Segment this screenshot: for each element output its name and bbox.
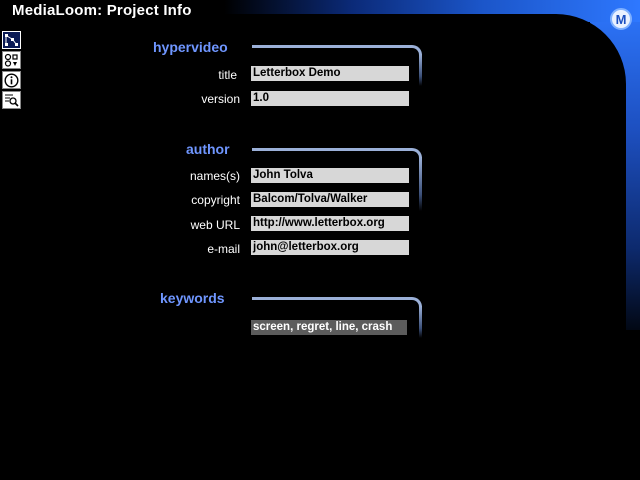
- web-url-label: web URL: [190, 218, 240, 232]
- copyright-label: copyright: [191, 193, 240, 207]
- logo-letter: M: [615, 11, 627, 27]
- title-label: title: [218, 68, 237, 82]
- keywords-bracket: [252, 297, 422, 307]
- medialoom-logo[interactable]: M: [610, 8, 632, 30]
- search-list-button[interactable]: [2, 91, 21, 109]
- map-view-icon: [4, 33, 19, 47]
- email-field[interactable]: john@letterbox.org: [251, 240, 409, 255]
- version-field[interactable]: 1.0: [251, 91, 409, 106]
- web-url-field[interactable]: http://www.letterbox.org: [251, 216, 409, 231]
- hypervideo-heading: hypervideo: [153, 39, 228, 55]
- author-bracket: [252, 148, 422, 158]
- keywords-field[interactable]: screen, regret, line, crash: [251, 320, 407, 335]
- author-heading: author: [186, 141, 230, 157]
- names-field[interactable]: John Tolva: [251, 168, 409, 183]
- names-label: names(s): [189, 169, 240, 183]
- info-icon: [4, 72, 19, 88]
- info-button[interactable]: [2, 71, 21, 89]
- author-bracket-tail: [419, 157, 422, 211]
- copyright-field[interactable]: Balcom/Tolva/Walker: [251, 192, 409, 207]
- title-field[interactable]: Letterbox Demo: [251, 66, 409, 81]
- tools-icon: [4, 53, 19, 67]
- keywords-bracket-tail: [419, 306, 422, 338]
- keywords-heading: keywords: [160, 290, 225, 306]
- version-label: version: [201, 92, 240, 106]
- email-label: e-mail: [207, 242, 240, 256]
- hypervideo-bracket: [252, 45, 422, 55]
- hypervideo-bracket-tail: [419, 54, 422, 86]
- tools-button[interactable]: [2, 51, 21, 69]
- search-list-icon: [4, 93, 19, 107]
- window-title: MediaLoom: Project Info: [12, 2, 192, 19]
- left-toolbar: [2, 31, 22, 109]
- map-view-button[interactable]: [2, 31, 21, 49]
